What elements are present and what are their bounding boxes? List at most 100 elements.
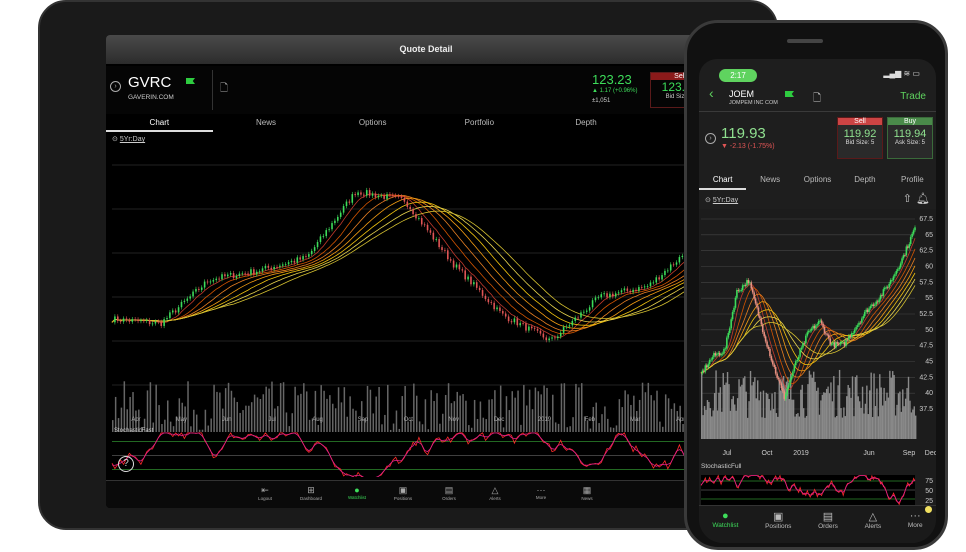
price-chart[interactable]: 67.56562.56057.55552.55047.54542.54037.5… bbox=[699, 209, 936, 509]
y-axis-label: 37.5 bbox=[919, 406, 933, 413]
note-icon[interactable]: 🗋 bbox=[220, 81, 228, 98]
volume-bar bbox=[711, 416, 712, 439]
candle bbox=[679, 257, 681, 262]
phone-device: 2:17 ▂▄▆ ≋ ▭ ‹ JOEM JOMPEM INC COM 🗋 Tra… bbox=[684, 20, 948, 550]
tab-options[interactable]: Options bbox=[319, 116, 426, 132]
candle bbox=[796, 360, 798, 361]
candle bbox=[490, 302, 492, 303]
buy-button[interactable]: Buy 119.94 Ask Size: 5 bbox=[887, 117, 933, 159]
nav-news[interactable]: ▦News bbox=[575, 481, 599, 508]
tablet-device: Quote Detail › GVRC GAVERIN.COM 🗋 123.23… bbox=[38, 0, 778, 530]
orders-icon: ▤ bbox=[818, 510, 838, 523]
period-selector[interactable]: ⊙ 5Yr:Day bbox=[112, 135, 145, 143]
volume-bar bbox=[809, 371, 810, 439]
candle bbox=[877, 302, 879, 303]
candle bbox=[134, 319, 136, 320]
nav-orders[interactable]: ▤Orders bbox=[437, 481, 461, 508]
note-icon[interactable]: 🗋 bbox=[813, 91, 821, 108]
volume-bar bbox=[842, 418, 843, 439]
candle bbox=[323, 236, 325, 237]
candle bbox=[742, 285, 744, 290]
volume-bar bbox=[879, 374, 880, 439]
candle bbox=[881, 295, 883, 296]
volume-bar bbox=[807, 384, 808, 439]
candle bbox=[320, 236, 322, 242]
expand-icon[interactable]: › bbox=[110, 81, 121, 92]
candle bbox=[395, 195, 397, 196]
volume-bar bbox=[847, 385, 848, 439]
nav-alerts[interactable]: △Alerts bbox=[483, 481, 507, 508]
candle bbox=[903, 255, 905, 258]
symbol: JOEM bbox=[729, 89, 754, 99]
candle bbox=[898, 267, 900, 269]
volume-bar bbox=[878, 416, 879, 439]
nav-label: More bbox=[908, 522, 923, 529]
trade-button[interactable]: Trade bbox=[900, 91, 926, 102]
candle bbox=[837, 342, 839, 344]
candle bbox=[375, 194, 377, 198]
nav-label: Orders bbox=[818, 523, 838, 530]
tab-options[interactable]: Options bbox=[794, 172, 841, 190]
indicator-label: StochasticFull bbox=[701, 463, 742, 470]
volume-bar bbox=[751, 385, 752, 439]
tab-depth[interactable]: Depth bbox=[841, 172, 888, 190]
candle bbox=[409, 207, 411, 209]
nav-more[interactable]: ···More bbox=[908, 506, 923, 543]
candle bbox=[761, 318, 763, 324]
nav-orders[interactable]: ▤Orders bbox=[818, 506, 838, 543]
candle bbox=[913, 230, 915, 234]
candle bbox=[163, 319, 165, 326]
nav-label: Positions bbox=[765, 523, 791, 530]
candle bbox=[713, 353, 715, 357]
period-label: 5Yr:Day bbox=[120, 136, 145, 143]
candle bbox=[441, 247, 443, 250]
volume-bar bbox=[776, 413, 777, 439]
period-selector[interactable]: ⊙ 5Yr:Day bbox=[705, 196, 738, 204]
candle bbox=[230, 273, 232, 275]
nav-alerts[interactable]: △Alerts bbox=[865, 506, 882, 543]
nav-watchlist[interactable]: ●Watchlist bbox=[712, 506, 738, 543]
add-alert-icon[interactable]: 🔔︎ bbox=[916, 192, 930, 205]
candle bbox=[386, 194, 388, 199]
candle bbox=[505, 314, 507, 317]
tab-news[interactable]: News bbox=[213, 116, 320, 132]
candle bbox=[647, 286, 649, 287]
nav-more[interactable]: ···More bbox=[529, 481, 553, 508]
tab-profile[interactable]: Profile bbox=[889, 172, 936, 190]
volume-bar bbox=[777, 417, 778, 439]
volume-bar bbox=[728, 384, 729, 439]
nav-positions[interactable]: ▣Positions bbox=[765, 506, 791, 543]
phone-screen: 2:17 ▂▄▆ ≋ ▭ ‹ JOEM JOMPEM INC COM 🗋 Tra… bbox=[699, 59, 936, 543]
sell-button[interactable]: Sell 119.92 Bid Size: 5 bbox=[837, 117, 883, 159]
tab-chart[interactable]: Chart bbox=[106, 116, 213, 132]
nav-dashboard[interactable]: ⊞Dashboard bbox=[299, 481, 323, 508]
flag-icon[interactable] bbox=[186, 78, 195, 84]
candle bbox=[184, 301, 186, 302]
ask-size: Ask Size: 5 bbox=[888, 140, 932, 146]
tab-chart[interactable]: Chart bbox=[699, 172, 746, 190]
nav-positions[interactable]: ▣Positions bbox=[391, 481, 415, 508]
tab-portfolio[interactable]: Portfolio bbox=[426, 116, 533, 132]
flag-icon[interactable] bbox=[785, 91, 794, 97]
volume-bar bbox=[873, 373, 874, 439]
volume-bar bbox=[898, 393, 899, 439]
alerts-icon: △ bbox=[865, 510, 882, 523]
candle bbox=[716, 354, 718, 355]
candle bbox=[123, 319, 125, 322]
candle bbox=[563, 327, 565, 333]
help-icon[interactable]: ? bbox=[118, 456, 134, 472]
moving-average-line bbox=[112, 195, 746, 334]
volume-bar bbox=[744, 376, 745, 439]
back-icon[interactable]: ‹ bbox=[709, 85, 714, 101]
nav-logout[interactable]: ⇤Logout bbox=[253, 481, 277, 508]
nav-watchlist[interactable]: ●Watchlist bbox=[345, 481, 369, 508]
candle bbox=[270, 268, 272, 270]
candle bbox=[438, 239, 440, 247]
share-icon[interactable]: ⇧ bbox=[903, 192, 912, 205]
expand-icon[interactable]: › bbox=[705, 133, 716, 144]
volume-bar bbox=[830, 382, 831, 439]
candle bbox=[285, 264, 287, 265]
tab-depth[interactable]: Depth bbox=[533, 116, 640, 132]
price-chart[interactable]: AprMayJunJulAugSepOctNovDec2019FebMarApr… bbox=[106, 147, 746, 477]
tab-news[interactable]: News bbox=[746, 172, 793, 190]
